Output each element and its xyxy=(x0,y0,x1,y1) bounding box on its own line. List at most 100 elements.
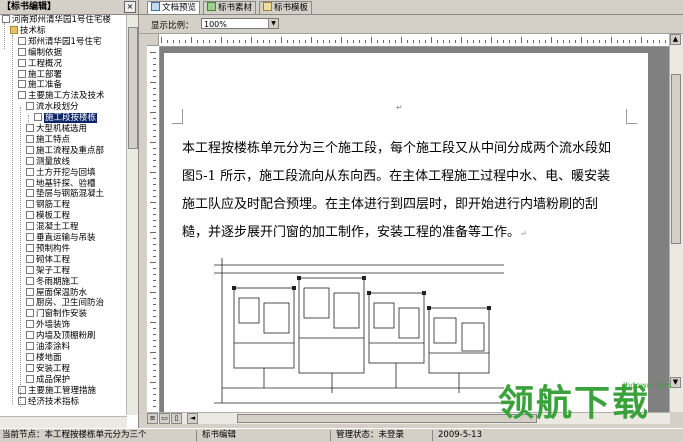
toolbar: 显示比例： 100% ▼ xyxy=(139,15,683,34)
scroll-thumb[interactable] xyxy=(237,414,537,423)
tree-node[interactable]: 编制依据 xyxy=(18,47,62,59)
scroll-left-icon[interactable]: ◄ xyxy=(187,413,198,424)
ruler-tick xyxy=(153,256,156,257)
tree-node[interactable]: 郑州清华园1号住宅 xyxy=(18,36,101,48)
tree-node-label: 技术标 xyxy=(20,25,46,36)
chevron-down-icon[interactable]: ▼ xyxy=(268,19,278,28)
tree-node[interactable]: 施工段按楼栋 xyxy=(34,113,98,124)
tree-node[interactable]: 外墙装饰 xyxy=(26,320,70,331)
tree-node[interactable]: 架子工程 xyxy=(26,265,70,277)
tree-node[interactable]: 土方开挖与回填 xyxy=(26,167,96,179)
ruler-tick xyxy=(153,184,156,185)
tree-node-label: 施工部署 xyxy=(28,69,63,80)
document-icon xyxy=(26,189,34,198)
tree-node[interactable]: 测量放线 xyxy=(26,156,70,168)
ruler-tick xyxy=(153,106,156,107)
tree-node[interactable]: 主要施工管理措施 xyxy=(18,385,96,397)
ruler-tick xyxy=(467,40,468,43)
ruler-tick xyxy=(153,64,156,65)
tree-node[interactable]: 大型机械选用 xyxy=(26,124,87,135)
tree-node[interactable]: 地基钎探、验槽 xyxy=(26,178,96,190)
tree-node[interactable]: 混凝土工程 xyxy=(26,222,79,233)
ruler-tick xyxy=(665,40,666,43)
ruler-tick xyxy=(153,370,156,371)
view-normal-icon[interactable]: ≡ xyxy=(147,413,158,424)
tree-node[interactable]: 门窗制作安装 xyxy=(26,309,87,320)
view-layout-icon[interactable]: ▭ xyxy=(159,413,170,424)
horizontal-ruler[interactable] xyxy=(147,34,683,47)
tab-bid-material[interactable]: 标书素材 xyxy=(203,1,257,14)
document-icon xyxy=(18,58,26,67)
scroll-thumb[interactable] xyxy=(671,74,681,244)
tree-node[interactable]: 主要施工方法及技术 xyxy=(18,91,105,102)
tree-node-label: 预制构件 xyxy=(36,243,71,254)
close-icon[interactable]: × xyxy=(124,1,136,13)
ruler-tick xyxy=(153,340,156,341)
tree-node[interactable]: 安装工程 xyxy=(26,363,70,375)
ruler-tick xyxy=(635,40,636,43)
scroll-thumb[interactable] xyxy=(128,27,138,149)
document-icon xyxy=(26,124,34,132)
ruler-tick xyxy=(371,37,372,43)
tree-node[interactable]: 经济技术指标 xyxy=(18,396,79,408)
tree-vertical-scrollbar[interactable] xyxy=(126,15,138,415)
tree-node[interactable]: 砌体工程 xyxy=(26,254,70,266)
tree-node[interactable]: 施工流程及重点部 xyxy=(26,145,104,157)
ruler-tick xyxy=(209,40,210,43)
ruler-tick xyxy=(150,352,156,353)
tree-node[interactable]: 内墙及顶棚粉刷 xyxy=(26,331,96,342)
ruler-tick xyxy=(153,58,156,59)
scroll-up-icon[interactable]: ▲ xyxy=(670,34,681,45)
document-icon xyxy=(26,352,34,361)
document-icon xyxy=(26,287,34,296)
tree-node[interactable]: 垫层与钢筋混凝土 xyxy=(26,189,104,200)
ruler-tick xyxy=(153,298,156,299)
tree-node-label: 门窗制作安装 xyxy=(36,309,88,320)
document-page[interactable]: ↵ 本工程按楼栋单元分为三个施工段，每个施工段又从中间分成两个流水段如图5-1 … xyxy=(164,53,648,412)
vertical-ruler[interactable] xyxy=(147,46,160,412)
tree-node[interactable]: 河南郑州清华园1号住宅楼 xyxy=(2,15,111,26)
ruler-tick xyxy=(153,88,156,89)
tree-node[interactable]: 钢筋工程 xyxy=(26,200,70,211)
status-mode: 标书编辑 xyxy=(202,430,237,440)
zoom-select[interactable]: 100% ▼ xyxy=(201,18,279,29)
ruler-tick xyxy=(413,40,414,43)
document-body[interactable]: 本工程按楼栋单元分为三个施工段，每个施工段又从中间分成两个流水段如图5-1 所示… xyxy=(182,135,622,248)
tree-node[interactable]: 油漆涂料 xyxy=(26,342,70,353)
tree-node[interactable]: 施工部署 xyxy=(18,69,63,81)
ruler-tick xyxy=(153,208,156,209)
document-icon xyxy=(26,331,34,340)
ruler-tick xyxy=(521,37,522,43)
ruler-tick xyxy=(153,280,156,281)
tree-node[interactable]: 预制构件 xyxy=(26,243,71,255)
tree-node[interactable]: 流水段划分 xyxy=(26,102,79,113)
tree-node[interactable]: 施工特点 xyxy=(26,134,70,146)
tree-node[interactable]: 工程概况 xyxy=(18,58,62,70)
tree-node[interactable]: 成品保护 xyxy=(26,374,70,386)
ruler-tick xyxy=(533,40,534,43)
ruler-tick xyxy=(173,40,174,43)
ruler-tick xyxy=(153,154,156,155)
document-vertical-scrollbar[interactable]: ▲ ▼ xyxy=(669,34,683,412)
tree-horizontal-scrollbar[interactable] xyxy=(0,416,127,428)
ruler-tick xyxy=(629,40,630,43)
tree-node[interactable]: 技术标 xyxy=(10,25,46,37)
tree-node-label: 外墙装饰 xyxy=(36,320,71,331)
tree-node[interactable]: 屋面保温防水 xyxy=(26,287,87,299)
tree-node[interactable]: 厨房、卫生间防治 xyxy=(26,298,104,309)
document-area[interactable]: ↵ 本工程按楼栋单元分为三个施工段，每个施工段又从中间分成两个流水段如图5-1 … xyxy=(160,47,670,412)
tree-node[interactable]: 楼地面 xyxy=(26,352,62,364)
paragraph-mark: ↵ xyxy=(520,229,527,238)
document-icon xyxy=(26,222,34,231)
tree-node[interactable]: 垂直运输与吊装 xyxy=(26,233,96,244)
view-page-icon[interactable]: ▯ xyxy=(171,413,182,424)
zoom-label: 显示比例： xyxy=(151,21,194,31)
tree-node[interactable]: 模板工程 xyxy=(26,211,70,222)
ruler-tick xyxy=(179,40,180,43)
tab-document-preview[interactable]: 文档预览 xyxy=(147,1,201,14)
document-icon xyxy=(18,47,26,56)
status-manage: 管理状态：未登录 xyxy=(336,430,405,440)
tree-node[interactable]: 冬雨期施工 xyxy=(26,276,79,288)
tree-node[interactable]: 施工准备 xyxy=(18,80,62,91)
tab-bid-template[interactable]: 标书模板 xyxy=(259,1,313,14)
